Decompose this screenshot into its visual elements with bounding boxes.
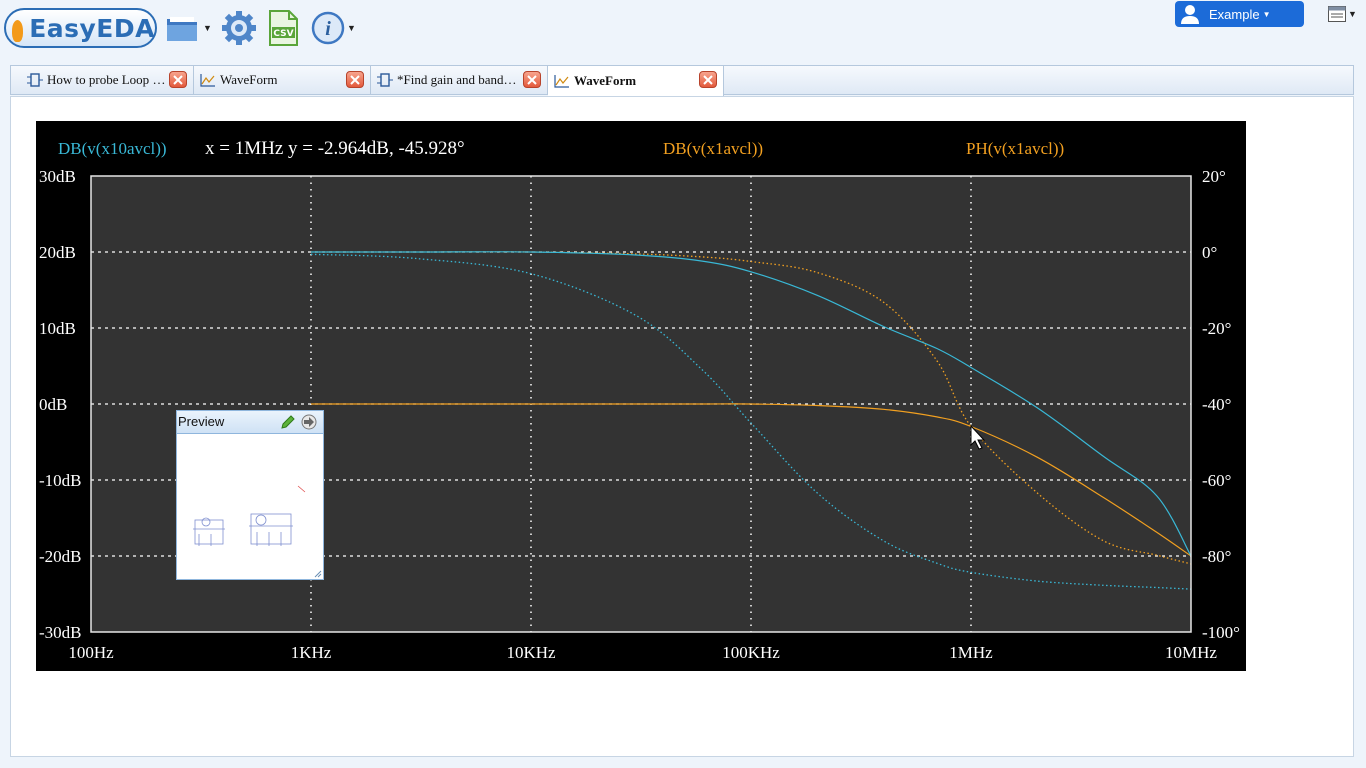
- layout-menu-button[interactable]: ▼: [1328, 4, 1357, 24]
- legend-series-3: PH(v(x1avcl)): [966, 139, 1064, 158]
- close-icon[interactable]: [346, 71, 364, 88]
- help-menu-button[interactable]: i ▼: [311, 10, 356, 46]
- tab-label: WaveForm: [574, 73, 637, 88]
- schematic-icon: [377, 72, 393, 88]
- close-icon[interactable]: [169, 71, 187, 88]
- x-tick-label: 10MHz: [1165, 643, 1217, 662]
- export-csv-button[interactable]: CSV: [267, 10, 299, 46]
- user-name: Example: [1209, 6, 1260, 22]
- legend-series-1: DB(v(x10avcl)): [58, 139, 167, 158]
- y-left-tick-label: 0dB: [39, 395, 67, 414]
- y-right-tick-label: -80°: [1202, 547, 1231, 566]
- tab-label: WaveForm: [220, 72, 278, 87]
- resize-handle-icon[interactable]: [314, 570, 322, 578]
- file-menu-button[interactable]: ▼: [165, 10, 212, 46]
- folder-icon: [167, 17, 197, 41]
- waveform-icon: [554, 74, 570, 88]
- x-tick-label: 100Hz: [68, 643, 114, 662]
- tab-loop-gain[interactable]: How to probe Loop G…: [21, 66, 194, 94]
- y-right-tick-label: -100°: [1202, 623, 1240, 642]
- window-layout-icon: [1328, 6, 1346, 22]
- x-tick-label: 1KHz: [291, 643, 332, 662]
- gear-icon: [222, 11, 256, 45]
- waveform-chart[interactable]: 100Hz 1KHz 10KHz 100KHz 1MHz 10MHz 30dB 20° 20dB…: [36, 121, 1246, 671]
- schematic-thumbnail: [193, 485, 306, 546]
- open-arrow-icon[interactable]: [300, 414, 318, 435]
- tab-waveform-2[interactable]: WaveForm: [548, 66, 724, 96]
- preview-header[interactable]: Preview: [177, 411, 323, 434]
- x-tick-label: 10KHz: [506, 643, 556, 662]
- x-tick-label: 100KHz: [722, 643, 780, 662]
- tab-find-gain[interactable]: *Find gain and band…: [371, 66, 548, 94]
- y-right-tick-label: 0°: [1202, 243, 1217, 262]
- tab-label: How to probe Loop G…: [47, 72, 171, 87]
- y-left-tick-label: -20dB: [39, 547, 82, 566]
- svg-text:i: i: [325, 18, 331, 40]
- y-right-tick-label: -40°: [1202, 395, 1231, 414]
- logo-drop-icon: [12, 20, 24, 42]
- logo-text: EasyEDA: [29, 13, 155, 43]
- preview-panel[interactable]: Preview: [176, 410, 324, 580]
- close-icon[interactable]: [523, 71, 541, 88]
- y-left-tick-label: 20dB: [39, 243, 76, 262]
- close-icon[interactable]: [699, 71, 717, 88]
- document-tab-bar: How to probe Loop G… WaveForm *Find gain…: [10, 65, 1354, 96]
- tab-label: *Find gain and band…: [397, 72, 517, 87]
- settings-button[interactable]: [221, 10, 257, 46]
- chevron-down-icon: ▼: [203, 23, 212, 33]
- preview-title: Preview: [178, 414, 225, 429]
- user-menu-button[interactable]: Example ▼: [1175, 1, 1304, 27]
- chevron-down-icon: ▼: [347, 23, 356, 33]
- y-left-tick-label: 30dB: [39, 167, 76, 186]
- y-right-tick-label: -20°: [1202, 319, 1231, 338]
- main-toolbar: EasyEDA ▼ CSV i ▼ Example ▼ ▼: [0, 0, 1366, 62]
- x-tick-label: 1MHz: [949, 643, 993, 662]
- waveform-icon: [200, 73, 216, 87]
- tab-waveform-1[interactable]: WaveForm: [194, 66, 371, 94]
- user-icon: [1181, 5, 1199, 24]
- y-left-tick-label: -10dB: [39, 471, 82, 490]
- y-left-tick-label: -30dB: [39, 623, 82, 642]
- y-right-tick-label: 20°: [1202, 167, 1226, 186]
- csv-icon: CSV: [269, 10, 298, 46]
- svg-text:CSV: CSV: [273, 29, 293, 39]
- schematic-icon: [27, 72, 43, 88]
- edit-pencil-icon[interactable]: [280, 414, 296, 435]
- cursor-readout: x = 1MHz y = -2.964dB, -45.928°: [205, 138, 465, 159]
- y-left-tick-label: 10dB: [39, 319, 76, 338]
- chevron-down-icon: ▼: [1348, 9, 1357, 19]
- chevron-down-icon: ▼: [1262, 9, 1271, 19]
- easyeda-logo[interactable]: EasyEDA: [4, 8, 157, 48]
- y-right-tick-label: -60°: [1202, 471, 1231, 490]
- legend-series-2: DB(v(x1avcl)): [663, 139, 763, 158]
- preview-thumbnail: [177, 434, 323, 579]
- info-icon: i: [311, 11, 345, 45]
